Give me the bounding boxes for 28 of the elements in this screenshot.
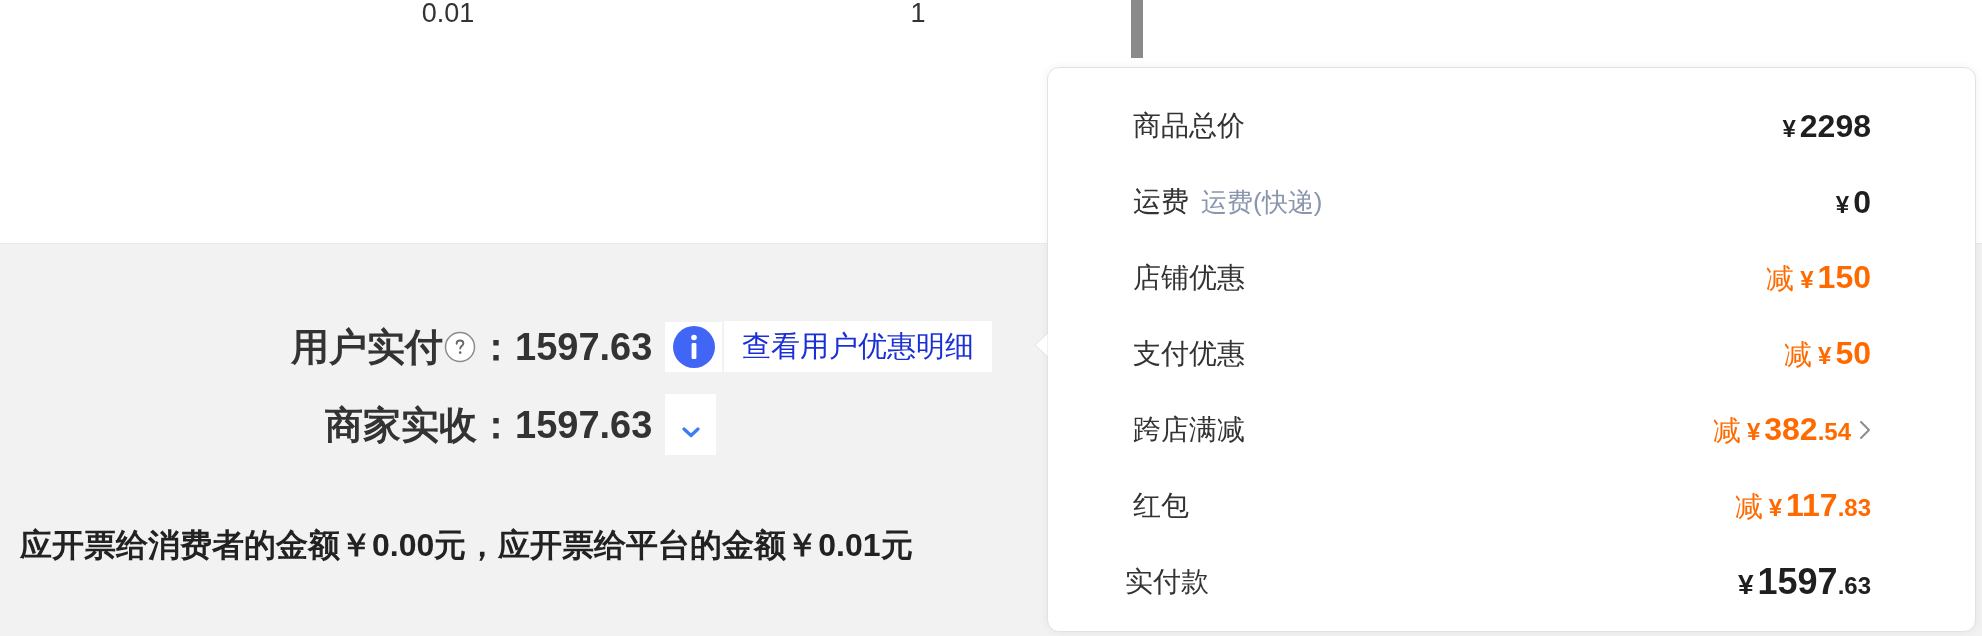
table-cell-text: 1 — [909, 0, 927, 26]
info-icon[interactable] — [665, 321, 723, 372]
summary-label: 用户实付 — [291, 324, 443, 369]
price-label: 红包 — [1133, 489, 1189, 523]
discount-details-link[interactable]: 查看用户优惠明细 — [724, 321, 993, 372]
price-label: 实付款 — [1125, 565, 1209, 599]
discount-amount: 减 ¥382.54 — [1712, 410, 1851, 449]
price-label: 跨店满减 — [1133, 413, 1245, 447]
discount-amount: 减 ¥117.83 — [1734, 486, 1871, 525]
price-label: 商品总价 — [1133, 109, 1245, 143]
price-label: 支付优惠 — [1133, 337, 1245, 371]
chevron-right-icon[interactable] — [1859, 420, 1871, 440]
total-amount: ¥1597.63 — [1737, 561, 1871, 603]
help-icon[interactable] — [444, 330, 476, 363]
discount-amount: 减 ¥50 — [1784, 334, 1871, 373]
table-cell-text: 0.01 — [420, 0, 476, 26]
summary-value: ：1597.63 — [477, 324, 653, 369]
scrollbar-thumb[interactable] — [1131, 0, 1143, 58]
price-amount: ¥2298 — [1782, 107, 1871, 145]
price-amount: ¥0 — [1835, 183, 1871, 221]
price-label: 运费 — [1133, 185, 1189, 219]
discount-amount: 减 ¥150 — [1766, 258, 1871, 297]
expand-button[interactable] — [665, 394, 717, 455]
chevron-down-icon — [681, 427, 700, 438]
invoice-note: 应开票给消费者的金额￥0.00元，应开票给平台的金额￥0.01元 — [20, 526, 913, 565]
summary-text: 商家实收：1597.63 — [325, 402, 653, 447]
shipping-note: 运费(快递) — [1201, 185, 1323, 219]
price-label: 店铺优惠 — [1133, 261, 1245, 295]
